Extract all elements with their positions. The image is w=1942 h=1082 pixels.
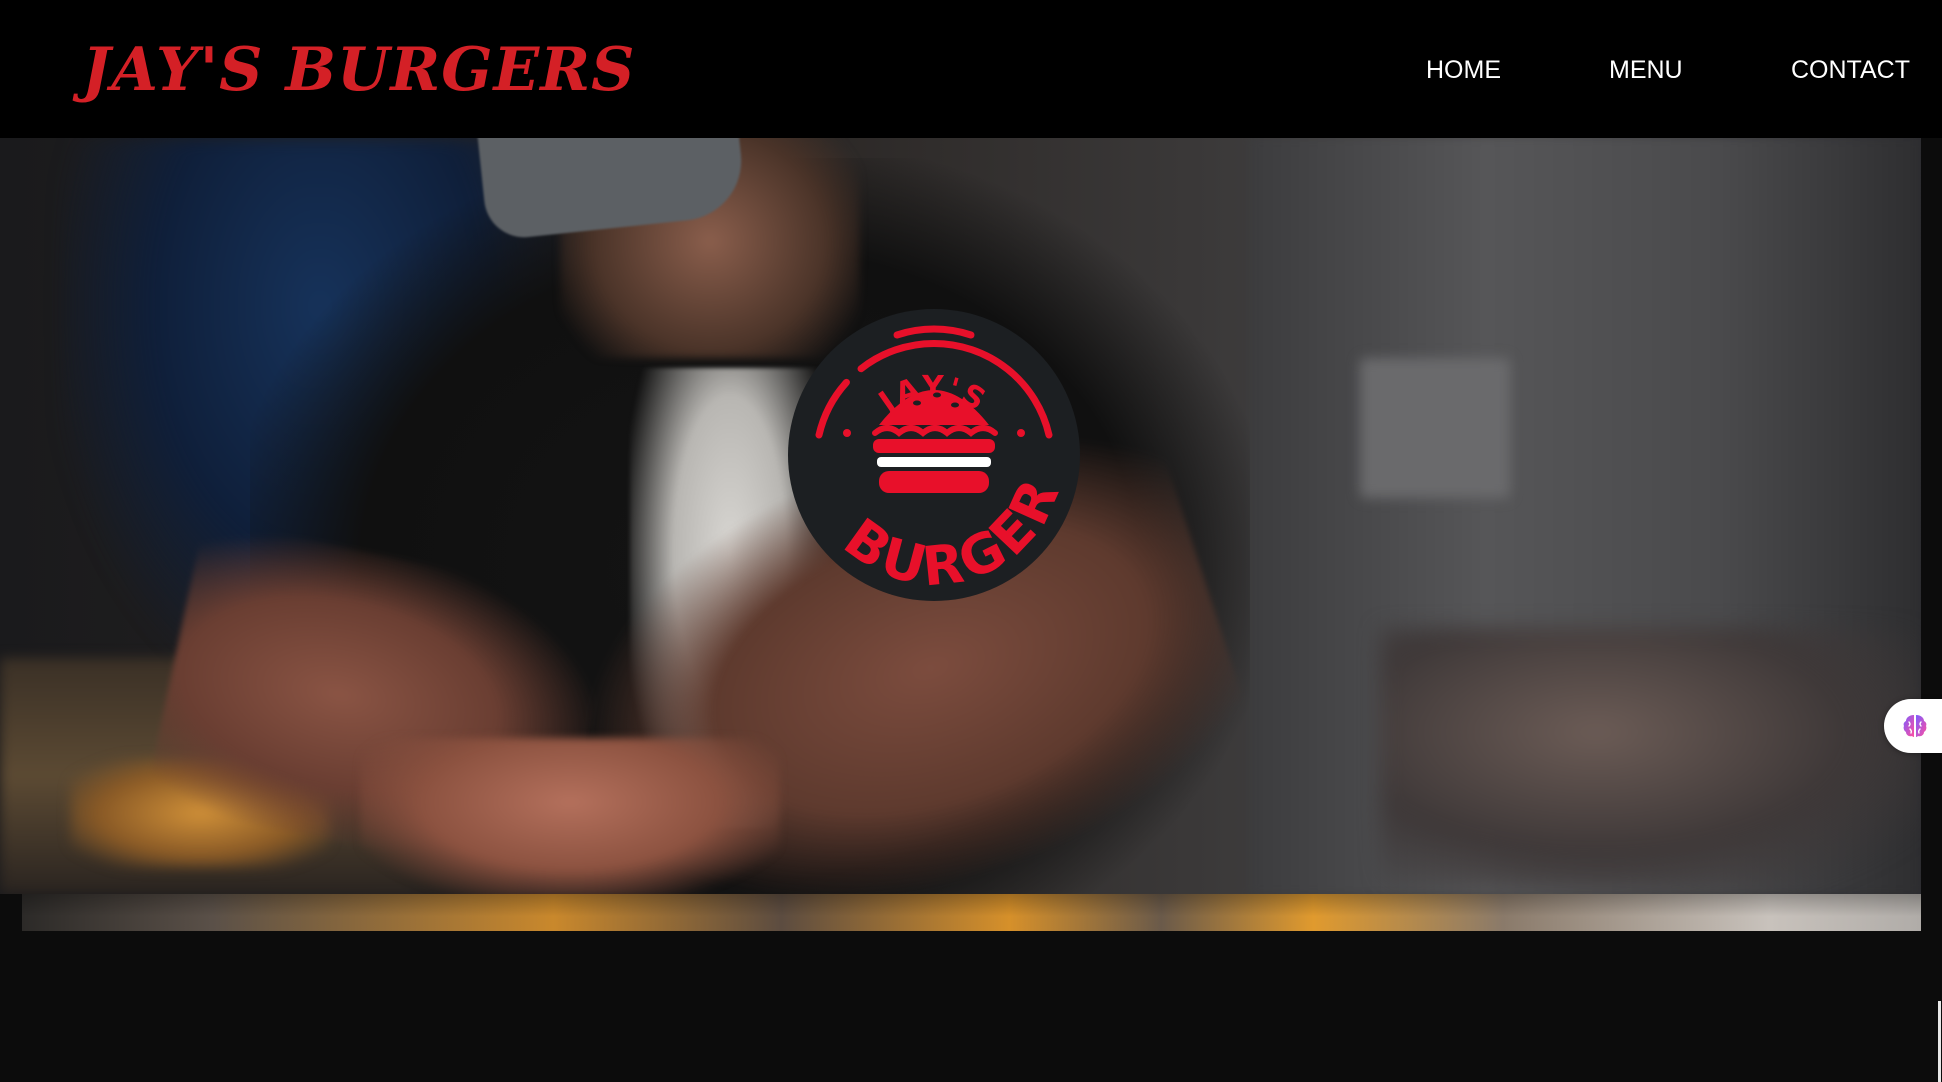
scroll-edge	[1938, 1001, 1941, 1082]
page: JAY'S BURGERS HOME MENU CONTACT JAY'S BU…	[0, 0, 1942, 1082]
brain-icon	[1903, 715, 1927, 737]
jays-burger-logo: JAY'S BURGER	[788, 309, 1080, 601]
hero-chef-hands	[360, 738, 780, 894]
nav-home-link[interactable]: HOME	[1426, 50, 1501, 90]
secondary-image-strip	[22, 894, 1921, 931]
nav-contact-link[interactable]: CONTACT	[1791, 50, 1910, 90]
hero-image: JAY'S BURGER	[0, 138, 1921, 894]
site-header: JAY'S BURGERS HOME MENU CONTACT	[0, 0, 1942, 138]
hero-bg-wall-fixture	[1360, 358, 1510, 498]
nav-menu-link[interactable]: MENU	[1609, 50, 1683, 90]
main-nav: HOME MENU CONTACT	[0, 50, 1942, 90]
hero-bg-pots	[1380, 628, 1920, 888]
assistant-widget-button[interactable]	[1884, 699, 1942, 753]
